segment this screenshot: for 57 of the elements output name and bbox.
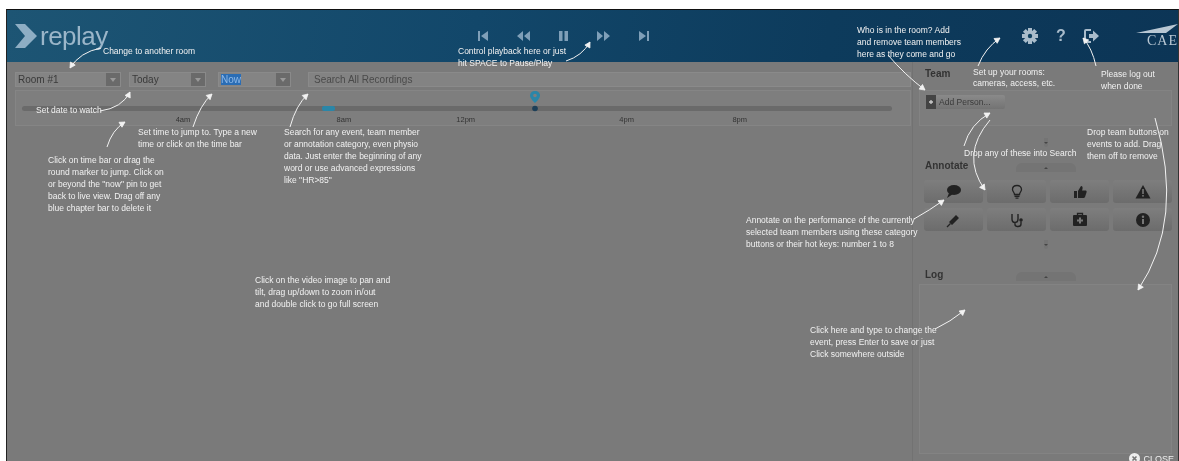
medkit-icon — [1071, 211, 1088, 228]
pointer-arrow — [289, 93, 309, 128]
now-pin-marker[interactable] — [530, 91, 541, 112]
team-heading: Team — [925, 68, 951, 80]
pointer-arrow — [1082, 37, 1097, 67]
logo-text: replay — [40, 24, 108, 48]
syringe-button[interactable] — [924, 208, 983, 231]
help-note: Set up your rooms: cameras, access, etc. — [973, 67, 1057, 89]
add-person-button[interactable]: Add Person... — [926, 95, 1005, 109]
caret-icon — [110, 77, 116, 82]
stethoscope-icon — [1008, 211, 1025, 228]
help-note: Click on the video image to pan and tilt, drag up/down to zoom in/out and double click to go full screen — [255, 274, 391, 310]
close-button[interactable]: CLOSE — [1129, 453, 1174, 461]
warning-icon — [1134, 183, 1151, 200]
pointer-arrow — [977, 37, 1001, 67]
pointer-arrow — [192, 93, 213, 128]
time-dropdown[interactable]: Now — [218, 72, 291, 87]
info-button[interactable] — [1113, 208, 1172, 231]
help-note: Drop team buttons on events to add. Drag them off to remove — [1087, 126, 1170, 162]
expand-tab[interactable] — [1043, 240, 1048, 249]
thumbs-up-button[interactable] — [1050, 180, 1109, 203]
date-dropdown[interactable]: Today — [129, 72, 206, 87]
pointer-arrow — [913, 199, 945, 220]
brand-logo: CAE — [1136, 24, 1178, 48]
help-note: Click here and type to change the event, press Enter to save or just Click somewhere outside — [810, 324, 938, 360]
thumbs-up-icon — [1071, 183, 1088, 200]
settings-icon[interactable] — [1022, 28, 1038, 44]
stethoscope-button[interactable] — [987, 208, 1046, 231]
pointer-arrow — [565, 41, 591, 62]
room-dropdown[interactable]: Room #1 — [15, 72, 121, 87]
pointer-arrow — [106, 121, 126, 148]
help-note: Set time to jump to. Type a new time or click on the time bar — [138, 126, 258, 150]
help-note: Search for any event, team member or annotation category, even physio data. Just enter the beginning of any word or use advanced expressions like "HR>85" — [284, 126, 422, 186]
rewind-icon[interactable] — [515, 30, 532, 42]
comment-button[interactable] — [924, 180, 983, 203]
help-note: Annotate on the performance of the currently selected team members using these category buttons or their hot keys: number 1 to 8 — [746, 214, 919, 250]
help-note: Please log out when done — [1101, 68, 1156, 92]
team-box[interactable]: Add Person... — [919, 90, 1172, 126]
medkit-button[interactable] — [1050, 208, 1109, 231]
help-note: Click on time bar or drag the round marker to jump. Click on or beyond the "now" pin to get back to live view. Drag off any blue chapter bar to delete it — [48, 154, 164, 214]
caret-icon — [280, 77, 286, 82]
log-heading: Log — [925, 269, 944, 281]
comment-icon — [945, 183, 962, 200]
expand-tab[interactable] — [1043, 138, 1048, 147]
help-note: Drop any of these into Search — [964, 148, 1078, 158]
plus-icon — [926, 95, 936, 109]
warning-button[interactable] — [1113, 180, 1172, 203]
help-note: Who is in the room? Add and remove team members here as they come and go — [857, 24, 962, 60]
fast-forward-icon[interactable] — [595, 30, 612, 42]
annotate-heading: Annotate — [925, 160, 969, 172]
help-note: Set date to watch — [36, 104, 103, 116]
caret-icon — [195, 77, 201, 82]
chevron-logo-icon — [15, 24, 37, 48]
lightbulb-button[interactable] — [987, 180, 1046, 203]
info-icon — [1134, 211, 1151, 228]
logout-icon[interactable] — [1084, 29, 1100, 43]
help-button[interactable]: ? — [1054, 27, 1068, 45]
